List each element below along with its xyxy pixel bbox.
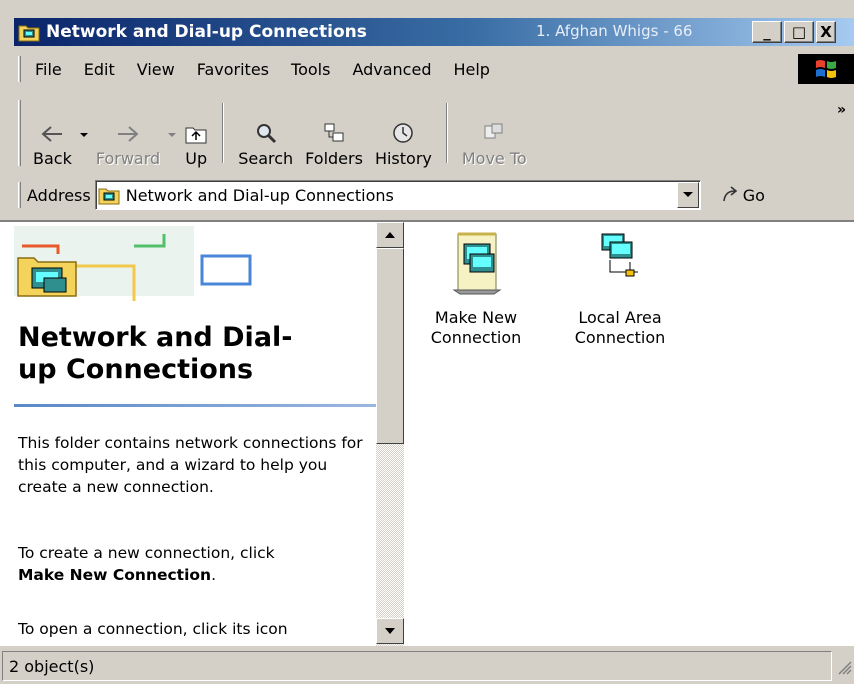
make-new-connection-item[interactable]: Make New Connection xyxy=(416,232,536,348)
back-dropdown[interactable] xyxy=(78,100,90,170)
address-value: Network and Dial-up Connections xyxy=(125,185,394,205)
go-arrow-icon xyxy=(722,186,737,202)
menu-help[interactable]: Help xyxy=(442,60,500,79)
window-title: Network and Dial-up Connections xyxy=(46,22,367,42)
standard-toolbar: Back Forward Up Search Folders History M… xyxy=(14,92,854,174)
history-label: History xyxy=(374,149,432,168)
menu-file[interactable]: File xyxy=(27,60,73,79)
network-banner-icon xyxy=(14,226,252,301)
forward-label: Forward xyxy=(95,149,161,168)
address-grip[interactable] xyxy=(18,182,21,208)
menu-grip[interactable] xyxy=(18,56,21,82)
folders-button[interactable]: Folders xyxy=(299,98,369,168)
up-label: Up xyxy=(185,149,208,168)
menu-edit[interactable]: Edit xyxy=(73,60,126,79)
toolbar-separator xyxy=(445,103,448,163)
pane-divider xyxy=(14,404,376,407)
address-dropdown-button[interactable] xyxy=(676,182,699,208)
pane-title-line1: Network and Dial- xyxy=(18,322,293,353)
dropdown-arrow-icon xyxy=(168,132,177,137)
local-area-connection-item[interactable]: Local Area Connection xyxy=(560,232,680,348)
title-bar[interactable]: Network and Dial-up Connections 1. Afgha… xyxy=(14,18,854,46)
back-label: Back xyxy=(33,149,72,168)
maximize-button[interactable]: □ xyxy=(784,21,814,43)
label-line: Connection xyxy=(430,328,522,347)
search-icon xyxy=(256,124,276,144)
make-new-connection-label: Make New Connection xyxy=(431,308,522,348)
go-button[interactable]: Go xyxy=(721,185,765,205)
folders-icon xyxy=(324,123,344,142)
history-button[interactable]: History xyxy=(369,98,438,168)
search-button[interactable]: Search xyxy=(232,98,299,168)
resize-grip-icon[interactable] xyxy=(834,657,852,675)
menu-advanced[interactable]: Advanced xyxy=(341,60,442,79)
address-bar: Address Network and Dial-up Connections … xyxy=(14,176,854,214)
toolbar-overflow-chevron[interactable]: » xyxy=(837,102,846,118)
search-label: Search xyxy=(238,149,294,168)
windows-flag-icon xyxy=(816,60,836,78)
move-to-label: Move To xyxy=(461,149,527,168)
up-folder-icon xyxy=(185,127,207,144)
menu-favorites[interactable]: Favorites xyxy=(186,60,280,79)
label-line: Make New xyxy=(434,308,518,327)
menu-tools[interactable]: Tools xyxy=(280,60,341,79)
label-line: Connection xyxy=(574,328,666,347)
menu-view[interactable]: View xyxy=(126,60,186,79)
forward-dropdown[interactable] xyxy=(166,100,178,170)
chevron-down-icon xyxy=(682,192,693,197)
create-instructions-text: To create a new connection, click xyxy=(18,544,275,562)
pane-create-instructions: To create a new connection, click Make N… xyxy=(18,542,374,586)
history-icon xyxy=(393,123,414,143)
network-folder-icon xyxy=(18,25,40,42)
network-folder-icon xyxy=(98,188,120,205)
minimize-button[interactable]: _ xyxy=(752,21,782,43)
scroll-down-button[interactable] xyxy=(376,618,404,644)
windows-logo xyxy=(798,54,854,84)
folders-label: Folders xyxy=(305,149,363,168)
now-playing-text: 1. Afghan Whigs - 66 xyxy=(536,22,693,40)
move-to-icon xyxy=(484,123,503,139)
pane-title: Network and Dial- up Connections xyxy=(18,322,368,386)
webview-info-pane: Network and Dial- up Connections This fo… xyxy=(14,222,376,646)
forward-arrow-icon xyxy=(118,126,139,142)
pane-description: This folder contains network connections… xyxy=(18,434,363,496)
back-button[interactable]: Back xyxy=(27,98,78,168)
forward-button[interactable]: Forward xyxy=(90,98,166,168)
toolbar-grip[interactable] xyxy=(18,100,21,166)
toolbar-separator xyxy=(222,103,225,163)
address-label: Address xyxy=(27,185,91,205)
local-area-connection-icon xyxy=(601,233,638,277)
pane-open-instructions: To open a connection, click its icon xyxy=(18,620,288,638)
make-new-connection-icon xyxy=(452,232,502,295)
scroll-thumb[interactable] xyxy=(376,248,404,444)
go-label: Go xyxy=(742,185,765,205)
label-line: Local Area xyxy=(578,308,662,327)
local-area-connection-label: Local Area Connection xyxy=(575,308,666,348)
up-button[interactable]: Up xyxy=(178,98,214,168)
make-new-connection-link[interactable]: Make New Connection xyxy=(18,566,211,584)
folder-view: Network and Dial- up Connections This fo… xyxy=(0,220,854,646)
arrow-down-icon xyxy=(385,628,395,634)
pane-title-line2: up Connections xyxy=(18,354,254,385)
create-instructions-period: . xyxy=(211,566,217,584)
arrow-up-icon xyxy=(385,232,395,238)
dropdown-arrow-icon xyxy=(79,132,88,137)
status-object-count: 2 object(s) xyxy=(2,651,832,681)
scroll-up-button[interactable] xyxy=(376,222,404,248)
address-field[interactable]: Network and Dial-up Connections xyxy=(94,180,701,210)
status-bar: 2 object(s) xyxy=(0,648,854,684)
menu-bar: File Edit View Favorites Tools Advanced … xyxy=(14,50,854,88)
info-pane-scrollbar[interactable] xyxy=(376,222,404,646)
move-to-button[interactable]: Move To xyxy=(456,98,533,168)
back-arrow-icon xyxy=(41,126,63,142)
close-button[interactable]: X xyxy=(816,21,836,43)
